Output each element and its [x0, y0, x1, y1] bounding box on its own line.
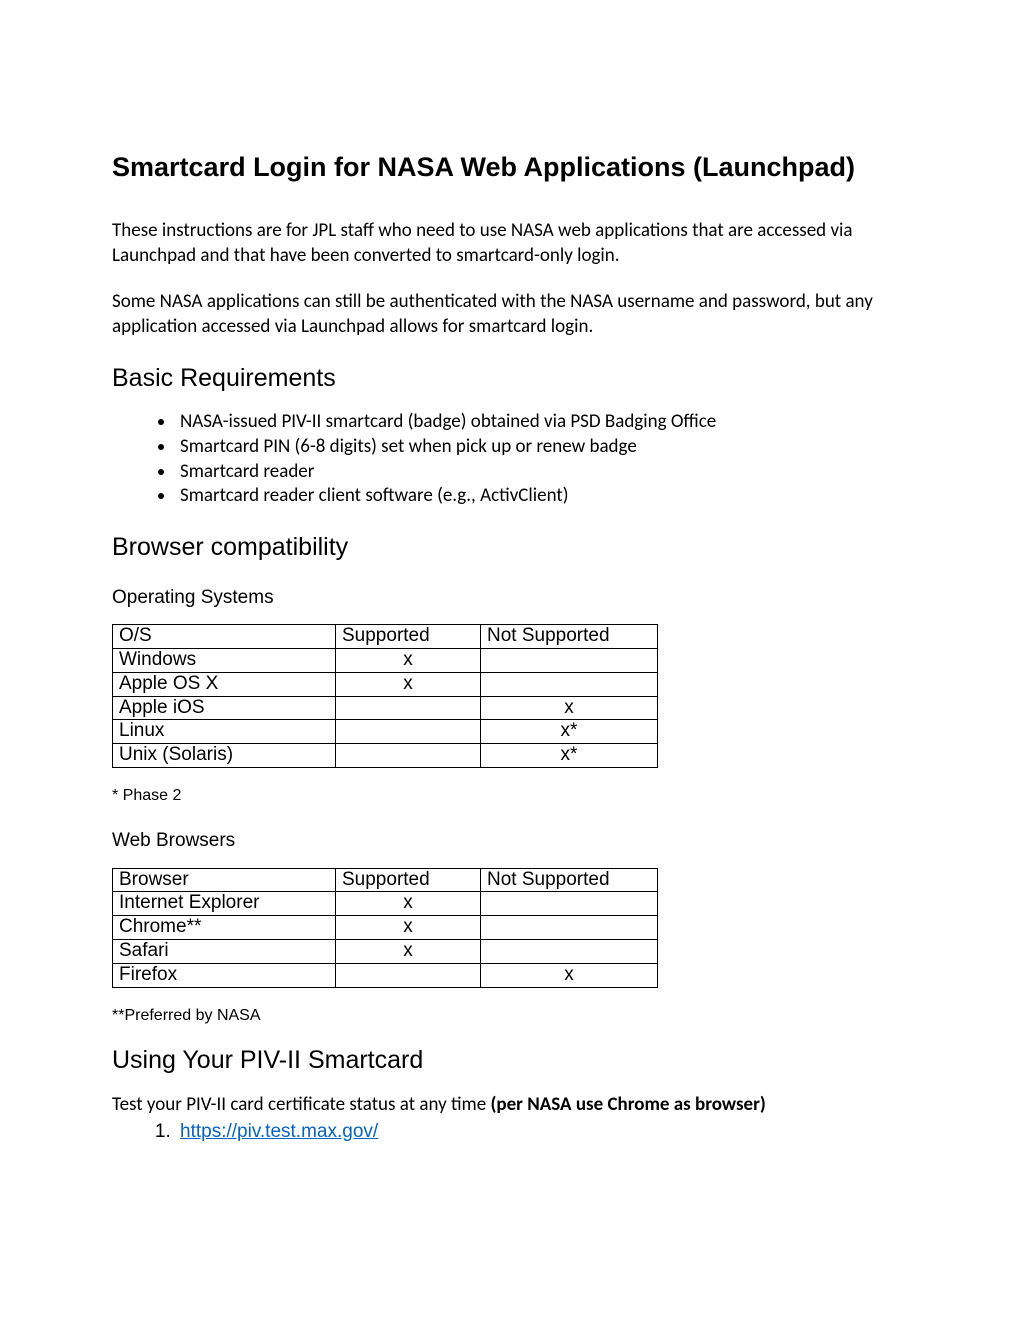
os-name: Apple OS X: [113, 672, 336, 696]
os-supported: [336, 696, 481, 720]
table-header: Browser: [113, 868, 336, 892]
basic-requirements-list: NASA-issued PIV-II smartcard (badge) obt…: [112, 410, 912, 509]
test-link-list: https://piv.test.max.gov/: [112, 1120, 912, 1145]
browser-supported: x: [336, 892, 481, 916]
os-not-supported: x*: [481, 744, 658, 768]
operating-systems-subheading: Operating Systems: [112, 586, 912, 611]
table-row: Linux x*: [113, 720, 658, 744]
table-row: Chrome** x: [113, 916, 658, 940]
os-name: Linux: [113, 720, 336, 744]
table-header: Supported: [336, 625, 481, 649]
list-item: Smartcard reader client software (e.g., …: [176, 484, 912, 509]
list-item: Smartcard PIN (6-8 digits) set when pick…: [176, 435, 912, 460]
table-header: Supported: [336, 868, 481, 892]
list-item: Smartcard reader: [176, 460, 912, 485]
os-supported: [336, 720, 481, 744]
os-footnote: * Phase 2: [112, 786, 912, 807]
table-row: Apple iOS x: [113, 696, 658, 720]
table-row: Apple OS X x: [113, 672, 658, 696]
os-name: Windows: [113, 649, 336, 673]
table-row: Unix (Solaris) x*: [113, 744, 658, 768]
browser-name: Chrome**: [113, 916, 336, 940]
intro-paragraph-2: Some NASA applications can still be auth…: [112, 290, 912, 339]
list-item: https://piv.test.max.gov/: [176, 1120, 912, 1145]
os-not-supported: [481, 672, 658, 696]
browser-not-supported: [481, 916, 658, 940]
browser-supported: x: [336, 916, 481, 940]
browser-supported: x: [336, 939, 481, 963]
list-item: NASA-issued PIV-II smartcard (badge) obt…: [176, 410, 912, 435]
table-header-row: Browser Supported Not Supported: [113, 868, 658, 892]
browser-name: Safari: [113, 939, 336, 963]
intro-paragraph-1: These instructions are for JPL staff who…: [112, 219, 912, 268]
lead-bold: (per NASA use Chrome as browser): [491, 1093, 766, 1116]
os-supported: x: [336, 672, 481, 696]
page-title: Smartcard Login for NASA Web Application…: [112, 150, 912, 185]
table-row: Safari x: [113, 939, 658, 963]
os-table: O/S Supported Not Supported Windows x Ap…: [112, 624, 658, 768]
lead-text: Test your PIV-II card certificate status…: [112, 1093, 491, 1116]
browser-not-supported: x: [481, 963, 658, 987]
os-not-supported: x: [481, 696, 658, 720]
browser-name: Firefox: [113, 963, 336, 987]
using-smartcard-lead: Test your PIV-II card certificate status…: [112, 1093, 912, 1118]
os-supported: x: [336, 649, 481, 673]
table-header: O/S: [113, 625, 336, 649]
basic-requirements-heading: Basic Requirements: [112, 362, 912, 395]
table-row: Internet Explorer x: [113, 892, 658, 916]
browser-not-supported: [481, 939, 658, 963]
table-row: Windows x: [113, 649, 658, 673]
browser-supported: [336, 963, 481, 987]
browser-compatibility-heading: Browser compatibility: [112, 531, 912, 564]
piv-test-link[interactable]: https://piv.test.max.gov/: [180, 1121, 378, 1142]
using-smartcard-heading: Using Your PIV-II Smartcard: [112, 1044, 912, 1077]
browser-name: Internet Explorer: [113, 892, 336, 916]
table-header: Not Supported: [481, 868, 658, 892]
browsers-table: Browser Supported Not Supported Internet…: [112, 868, 658, 988]
table-header-row: O/S Supported Not Supported: [113, 625, 658, 649]
os-name: Unix (Solaris): [113, 744, 336, 768]
web-browsers-subheading: Web Browsers: [112, 829, 912, 854]
browsers-footnote: **Preferred by NASA: [112, 1006, 912, 1027]
document-page: Smartcard Login for NASA Web Application…: [0, 0, 1020, 1320]
table-row: Firefox x: [113, 963, 658, 987]
os-supported: [336, 744, 481, 768]
os-name: Apple iOS: [113, 696, 336, 720]
os-not-supported: x*: [481, 720, 658, 744]
table-header: Not Supported: [481, 625, 658, 649]
browser-not-supported: [481, 892, 658, 916]
os-not-supported: [481, 649, 658, 673]
